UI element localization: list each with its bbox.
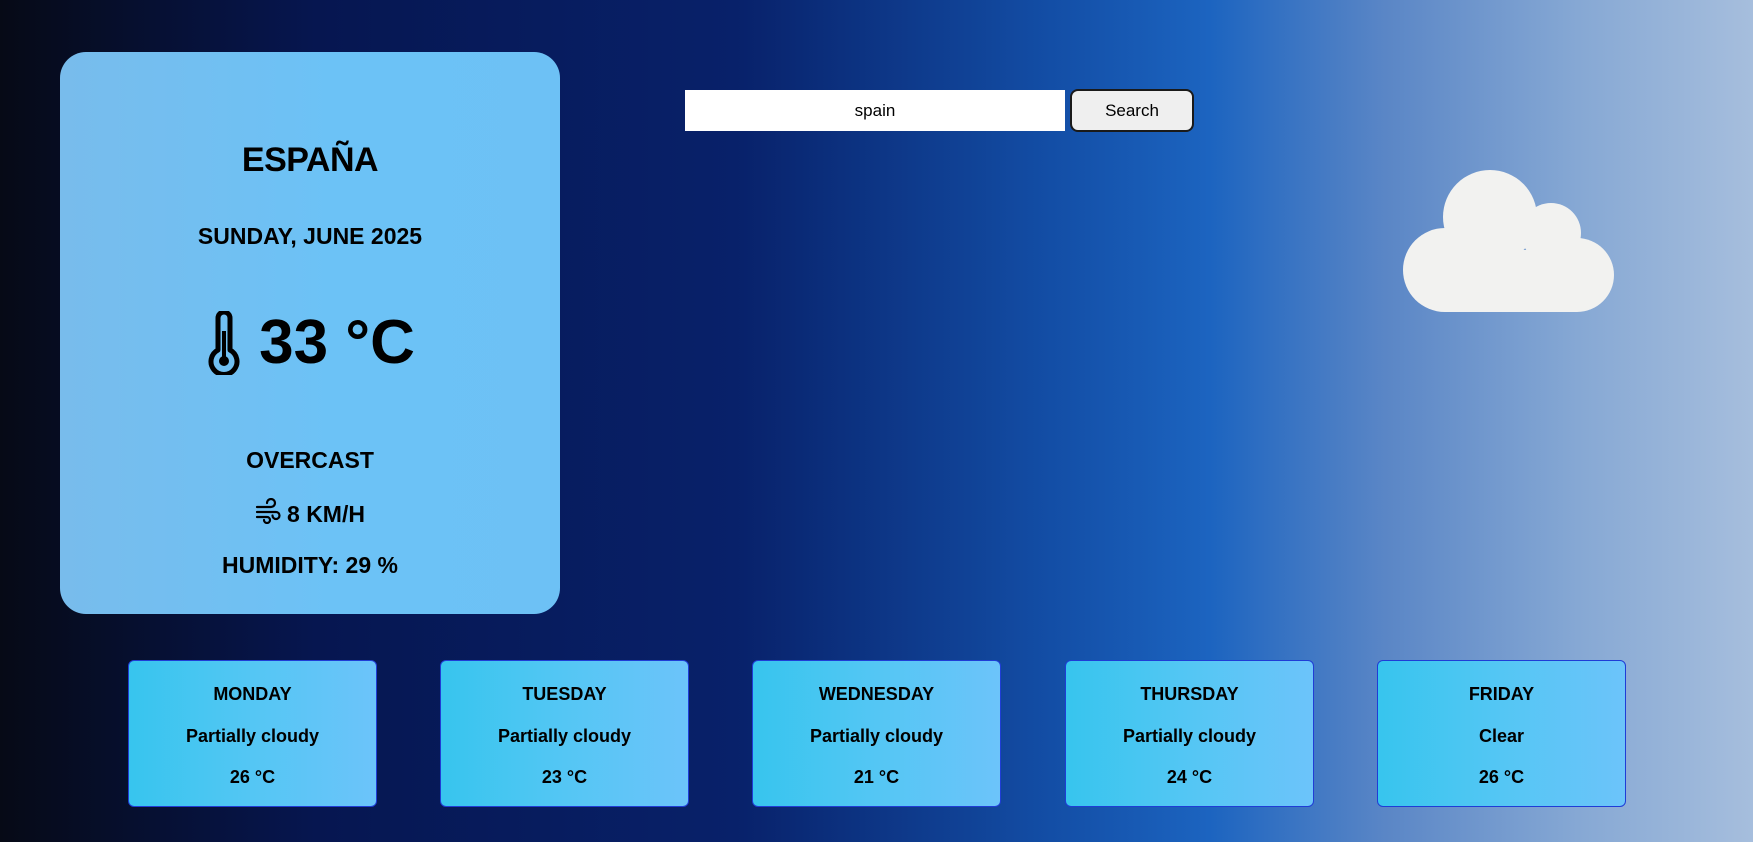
forecast-temperature: 26 °C [1478, 767, 1525, 787]
forecast-card-wednesday: WEDNESDAY Partially cloudy 21 °C [752, 660, 1001, 807]
forecast-condition: Clear [1478, 726, 1525, 746]
current-condition: OVERCAST [246, 447, 374, 473]
forecast-day: FRIDAY [1468, 684, 1535, 704]
forecast-temperature: 21 °C [853, 767, 900, 787]
current-temperature: 33 °C [259, 308, 415, 377]
thermometer-icon [205, 311, 243, 375]
forecast-temperature: 23 °C [541, 767, 588, 787]
cloud-icon [1395, 170, 1621, 312]
forecast-condition: Partially cloudy [809, 726, 944, 746]
forecast-day: WEDNESDAY [818, 684, 935, 704]
city-name: ESPAÑA [241, 141, 379, 179]
forecast-day: THURSDAY [1140, 684, 1239, 704]
search-button[interactable]: Search [1070, 89, 1194, 132]
wind-icon [255, 497, 281, 530]
forecast-condition: Partially cloudy [185, 726, 320, 746]
wind-speed: 8 KM/H [287, 501, 365, 527]
forecast-day: TUESDAY [522, 684, 607, 704]
forecast-day: MONDAY [213, 684, 292, 704]
forecast-card-friday: FRIDAY Clear 26 °C [1377, 660, 1626, 807]
search-input[interactable] [685, 90, 1065, 131]
forecast-temperature: 24 °C [1166, 767, 1213, 787]
forecast-condition: Partially cloudy [497, 726, 632, 746]
forecast-card-monday: MONDAY Partially cloudy 26 °C [128, 660, 377, 807]
forecast-card-thursday: THURSDAY Partially cloudy 24 °C [1065, 660, 1314, 807]
humidity-row: HUMIDITY: 29 % [60, 551, 560, 579]
humidity-value: 29 [345, 552, 372, 578]
forecast-temperature: 26 °C [229, 767, 276, 787]
humidity-label: HUMIDITY: [222, 552, 340, 578]
current-date: SUNDAY, JUNE 2025 [197, 223, 423, 249]
humidity-unit: % [377, 552, 398, 578]
forecast-card-tuesday: TUESDAY Partially cloudy 23 °C [440, 660, 689, 807]
wind-row: 8 KM/H [60, 497, 560, 530]
forecast-condition: Partially cloudy [1122, 726, 1257, 746]
current-weather-card: ESPAÑA SUNDAY, JUNE 2025 33 °C OVERCAST … [60, 52, 560, 614]
temperature-row: 33 °C [60, 308, 560, 378]
